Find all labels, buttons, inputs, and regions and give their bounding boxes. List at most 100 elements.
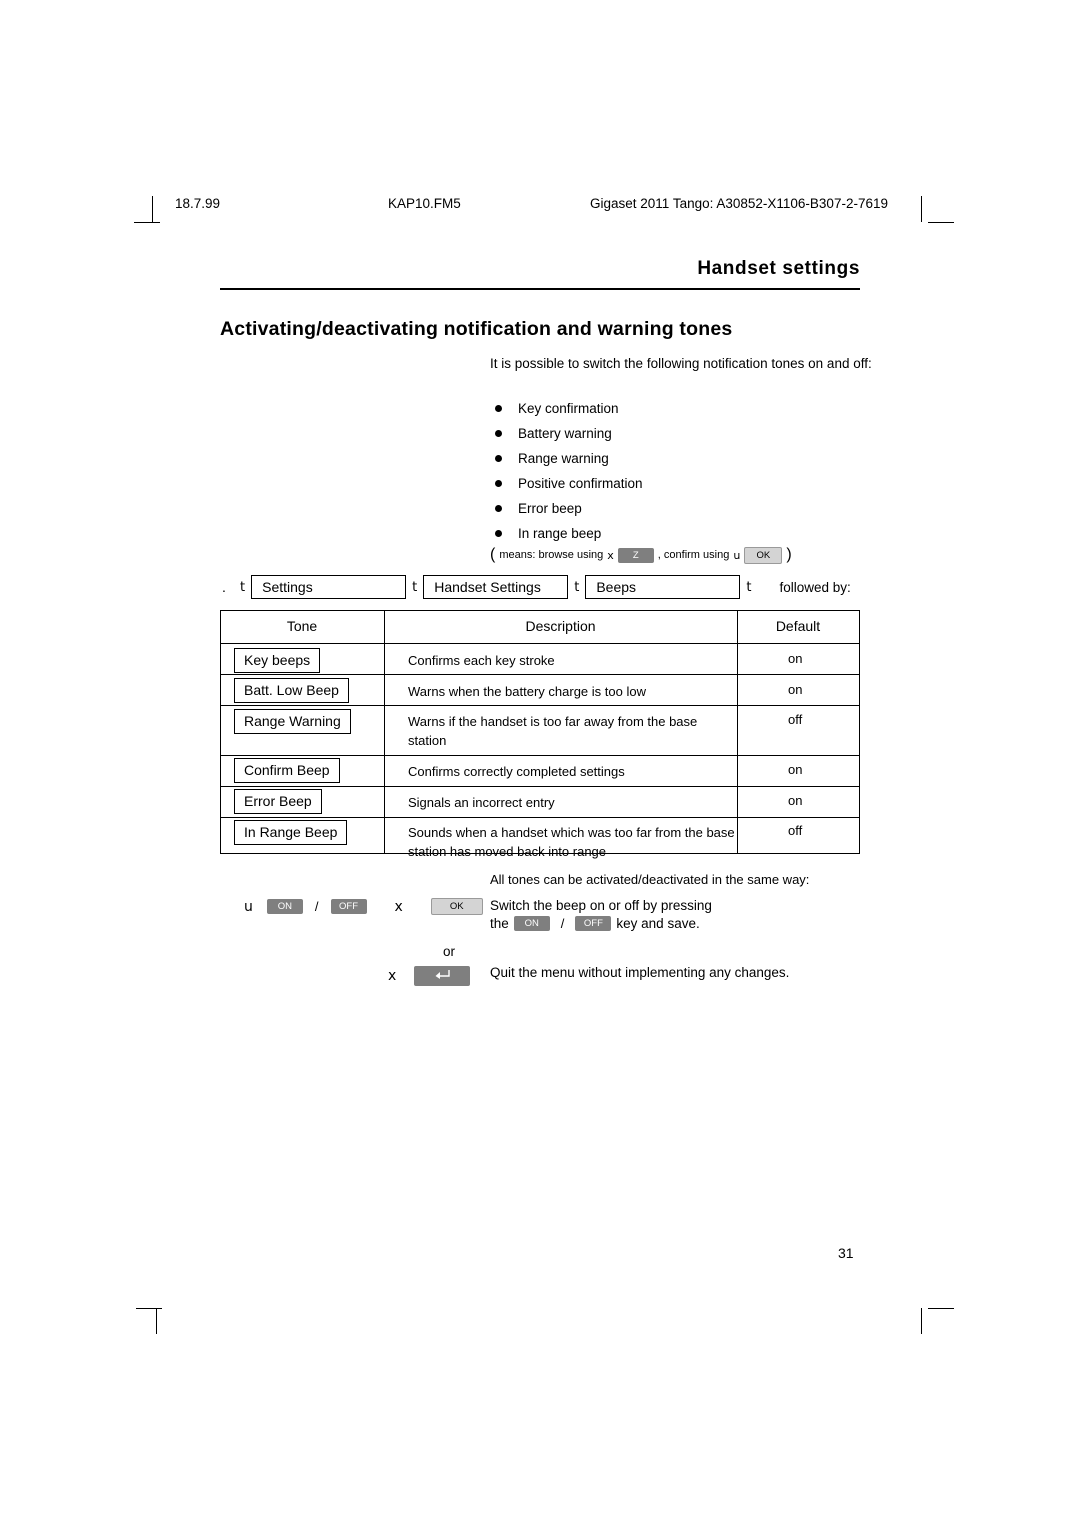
table-row: Batt. Low Beep — [234, 678, 349, 703]
list-item-label: Range warning — [518, 451, 609, 466]
list-item: Positive confirmation — [490, 471, 643, 496]
keycap-separator: / — [560, 916, 565, 931]
crop-mark-left-bottom-h — [136, 1308, 162, 1309]
ok-keycap: OK — [744, 546, 783, 564]
bullet-dot-icon — [495, 505, 502, 512]
list-item-label: Key confirmation — [518, 401, 619, 416]
confirm-key-icon: u — [733, 548, 741, 562]
browse-key-icon: x — [607, 548, 614, 562]
bullet-dot-icon — [495, 455, 502, 462]
table-row: Confirm Beep — [234, 758, 340, 783]
list-item: Key confirmation — [490, 396, 643, 421]
footer-note: All tones can be activated/deactivated i… — [490, 872, 810, 887]
bullet-dot-icon — [495, 530, 502, 537]
action-text-2-pre: the — [490, 916, 509, 931]
table-rule — [220, 817, 860, 818]
tone-label-key-beeps: Key beeps — [234, 648, 321, 673]
bullet-dot-icon — [495, 430, 502, 437]
crop-mark-left-top-h — [134, 222, 160, 223]
table-cell-default: on — [788, 682, 803, 697]
list-item-label: Error beep — [518, 501, 582, 516]
path-arrow-icon: t — [746, 579, 752, 595]
table-rule — [220, 755, 860, 756]
path-followed-by-text: followed by: — [779, 579, 851, 595]
list-item-label: Positive confirmation — [518, 476, 643, 491]
header-identifier: Gigaset 2011 Tango: A30852-X1106-B307-2-… — [590, 196, 888, 211]
back-arrow-icon — [414, 966, 471, 986]
table-cell-default: on — [788, 651, 803, 666]
table-cell-description: Sounds when a handset which was too far … — [408, 825, 735, 859]
table-rule-vertical — [384, 610, 385, 853]
table-rule — [220, 786, 860, 787]
off-keycap: OFF — [330, 899, 367, 914]
page-number: 31 — [838, 1245, 854, 1261]
list-item: Battery warning — [490, 421, 643, 446]
table-header-tone: Tone — [286, 618, 318, 634]
table-row: Key beeps — [234, 648, 321, 673]
legend-text-1: means: browse using — [499, 549, 604, 561]
legend-text-2: , confirm using — [657, 549, 730, 561]
table-cell-description: Confirms each key stroke — [408, 653, 555, 668]
table-rule-vertical — [220, 610, 221, 853]
list-item: Range warning — [490, 446, 643, 471]
action-text-2-post: key and save. — [616, 916, 700, 931]
table-header-default: Default — [775, 618, 821, 634]
confirm-key-icon: u — [244, 898, 253, 915]
crop-mark-right-bottom — [921, 1308, 922, 1334]
list-item-label: In range beep — [518, 526, 602, 541]
menu-item-beeps[interactable]: Beeps — [585, 575, 741, 599]
menu-path: . t Settings t Handset Settings t Beeps … — [222, 574, 851, 600]
action-text-1: Switch the beep on or off by pressing — [490, 898, 712, 913]
table-row: Error Beep — [234, 789, 322, 814]
on-keycap: ON — [266, 899, 303, 914]
legend-line: ( means: browse using x Z , confirm usin… — [490, 546, 792, 564]
crop-mark-right-bottom-h — [928, 1308, 954, 1309]
tone-label-confirm-beep: Confirm Beep — [234, 758, 340, 783]
table-cell-default: on — [788, 762, 803, 777]
action-text-3: Quit the menu without implementing any c… — [490, 965, 790, 980]
table-rule-vertical — [737, 610, 738, 853]
legend-open-paren: ( — [490, 546, 496, 563]
legend-close-paren: ) — [786, 546, 792, 563]
ok-keycap: OK — [430, 898, 483, 915]
table-cell-description: Warns if the handset is too far away fro… — [408, 714, 698, 748]
page-title: Activating/deactivating notification and… — [220, 318, 733, 340]
on-keycap: ON — [513, 916, 550, 931]
browse-key-icon: x — [394, 898, 403, 915]
table-rule — [220, 610, 860, 611]
table-rule — [220, 674, 860, 675]
action-text-2: the ON / OFF key and save. — [490, 914, 700, 933]
menu-item-handset-settings[interactable]: Handset Settings — [423, 575, 569, 599]
menu-item-settings[interactable]: Settings — [251, 575, 407, 599]
table-cell-description: Confirms correctly completed settings — [408, 764, 625, 779]
action-keys-row-1: u ON / OFF x OK — [244, 898, 483, 915]
tone-label-batt-low-beep: Batt. Low Beep — [234, 678, 349, 703]
table-header-description: Description — [525, 618, 596, 634]
crop-mark-left-bottom — [156, 1308, 157, 1334]
table-cell-description: Warns when the battery charge is too low — [408, 684, 646, 699]
list-item-label: Battery warning — [518, 426, 612, 441]
table-cell-default: off — [788, 712, 803, 727]
tone-label-range-warning: Range Warning — [234, 709, 351, 734]
tone-label-in-range-beep: In Range Beep — [234, 820, 348, 845]
path-arrow-icon: t — [412, 579, 418, 595]
action-or-label: or — [443, 944, 456, 959]
list-item: In range beep — [490, 521, 643, 546]
path-lead-symbol: . — [222, 579, 226, 595]
bullet-dot-icon — [495, 480, 502, 487]
path-arrow-icon: t — [574, 579, 580, 595]
path-arrow-icon: t — [240, 579, 246, 595]
crop-mark-right-top-h — [928, 222, 954, 223]
table-cell-default: on — [788, 793, 803, 808]
table-cell-description: Signals an incorrect entry — [408, 795, 555, 810]
browse-keycap: Z — [617, 547, 654, 563]
table-rule — [220, 643, 860, 644]
chapter-title: Handset settings — [697, 258, 860, 279]
action-keys-row-2: x — [388, 966, 471, 986]
table-cell-default: off — [788, 823, 803, 838]
running-header: 18.7.99 KAP10.FM5 Gigaset 2011 Tango: A3… — [0, 196, 1080, 214]
keycap-separator: / — [314, 899, 319, 914]
tone-label-error-beep: Error Beep — [234, 789, 322, 814]
intro-paragraph: It is possible to switch the following n… — [490, 356, 872, 371]
table-row: In Range Beep — [234, 820, 348, 845]
